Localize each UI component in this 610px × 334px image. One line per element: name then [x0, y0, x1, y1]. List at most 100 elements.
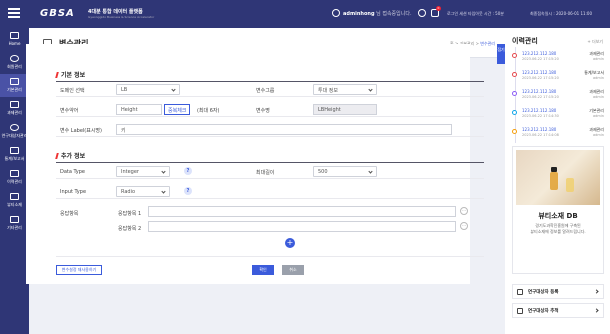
beauty-db-card[interactable]: 뷰티소재 DB 경기도과학진흥원에 구축된 뷰티소재에 정보를 알려드립니다. [512, 146, 604, 274]
data-type-label: Data Type [60, 169, 86, 175]
group-value: 투대 정보 [318, 88, 338, 94]
sidebar-item-label: 연구대상자관리 [1, 133, 28, 138]
form-row: Input Type Radio ? [56, 184, 484, 199]
history-user: admin [593, 76, 604, 80]
history-item[interactable]: 123.212.112.180 2023.06.22 17:15:20 과제관리 ad… [512, 88, 604, 101]
history-item[interactable]: 123.212.112.180 2023.06.22 17:15:20 과제관리 ad… [512, 50, 604, 63]
logo-english: Gyeonggido Business & Science Accelerato… [88, 15, 155, 19]
extra-section-title: 추가 정보 [55, 151, 86, 160]
sidebar-item-label: Home [8, 41, 21, 46]
sidebar-item-history[interactable]: 이력관리 [0, 166, 29, 189]
session-timeout: 로그인 세션 타임아웃 시간 : 50분 [447, 11, 504, 16]
link-label: 연구대상자 등록 [528, 290, 559, 295]
chevron-down-icon [161, 189, 166, 194]
basic-section-title: 기본 정보 [55, 70, 86, 79]
history-ip: 123.212.112.180 [522, 89, 557, 94]
code-input[interactable]: Height [116, 104, 162, 115]
subject-trace-link[interactable]: 연구대상자 추적 [512, 303, 604, 318]
sidebar-item-subjects[interactable]: 연구대상자관리 [0, 120, 29, 143]
user-name: adminhong [343, 11, 375, 17]
group-label: 변수그룹 [256, 88, 275, 94]
sidebar-item-home[interactable]: Home [0, 28, 29, 51]
extra-section-label: 추가 정보 [61, 153, 86, 160]
layers-icon [517, 308, 523, 314]
more-options-icon[interactable]: ··· [460, 207, 468, 215]
history-user: admin [593, 57, 604, 61]
history-more-link[interactable]: + 더보기 [587, 39, 603, 45]
subject-register-link[interactable]: 연구대상자 등록 [512, 284, 604, 299]
basic-section-label: 기본 정보 [61, 72, 86, 79]
text-input[interactable]: 키 [116, 124, 452, 135]
max-length-select[interactable]: 500 [313, 166, 377, 177]
history-user: admin [593, 133, 604, 137]
card-desc-line1: 경기도과학진흥원에 구축된 [535, 223, 581, 228]
more-options-icon[interactable]: ··· [460, 222, 468, 230]
etc-icon [10, 216, 19, 223]
group-select[interactable]: 투대 정보 [313, 84, 377, 95]
sidebar-item-label: 이력관리 [7, 179, 22, 184]
data-type-select[interactable]: Integer [116, 166, 170, 177]
history-ip: 123.212.112.180 [522, 51, 557, 56]
section-divider [56, 162, 484, 163]
history-item[interactable]: 123.212.112.180 2023.06.22 17:14:30 기본관리 ad… [512, 107, 604, 120]
domain-label: 도메인 선택 [60, 88, 85, 94]
answer-item-input-1[interactable] [148, 206, 456, 217]
sidebar-item-etc[interactable]: 기타관리 [0, 212, 29, 235]
panel-fold-tab[interactable]: 접기 [497, 44, 505, 64]
card-title: 뷰티소재 DB [538, 212, 578, 220]
reset-variable-button[interactable]: 변수설정 재사용하기 [56, 265, 102, 275]
card-desc-line2: 뷰티소재에 정보를 알려드립니다. [530, 229, 586, 234]
sidebar-item-tasks[interactable]: 과제관리 [0, 97, 29, 120]
history-icon [10, 170, 19, 177]
chevron-right-icon [594, 289, 599, 294]
sidebar-item-label: 회원관리 [7, 64, 22, 69]
answers-label: 응답항목 [60, 211, 79, 217]
sidebar-item-label: 통계/보고서 [4, 156, 25, 161]
breadcrumb-current: 변수관리 [480, 41, 495, 46]
last-access-time: 최종접속일시 : 2020-06-01 11:00 [530, 11, 593, 16]
bottle-shape [550, 172, 558, 190]
beauty-icon [10, 193, 19, 200]
card-description: 경기도과학진흥원에 구축된 뷰티소재에 정보를 알려드립니다. [513, 223, 603, 235]
sidebar-item-beauty[interactable]: 뷰티소재 [0, 189, 29, 212]
user-suffix: 님 접속중입니다. [376, 11, 412, 17]
history-date: 2023.06.22 17:14:08 [522, 133, 559, 137]
history-user: admin [593, 114, 604, 118]
domain-select[interactable]: LB [116, 84, 180, 95]
answer-item-label-1: 응답항목 1 [118, 211, 142, 217]
chevron-down-icon [171, 87, 176, 92]
bottle-cap [551, 167, 557, 172]
chevron-down-icon [368, 169, 373, 174]
edit-icon [517, 289, 523, 295]
sidebar-item-members[interactable]: 회원관리 [0, 51, 29, 74]
monitor-icon [10, 78, 19, 85]
people-icon [10, 124, 19, 131]
timeline-dot [512, 53, 517, 58]
confirm-button[interactable]: 확인 [252, 265, 274, 275]
help-icon[interactable]: ? [184, 187, 192, 195]
user-greeting: adminhong 님 접속중입니다. [343, 10, 412, 17]
answer-item-input-2[interactable] [148, 221, 456, 232]
cancel-button[interactable]: 취소 [282, 265, 304, 275]
gear-icon[interactable] [418, 9, 426, 17]
timeline-dot [512, 91, 517, 96]
sidebar-item-label: 기타관리 [7, 225, 22, 230]
history-item[interactable]: 123.212.112.180 2023.06.22 17:15:20 통계/보고서… [512, 69, 604, 82]
input-type-value: Radio [121, 189, 136, 195]
help-icon[interactable]: ? [184, 167, 192, 175]
logo[interactable]: GBSA [40, 8, 75, 19]
history-date: 2023.06.22 17:15:20 [522, 57, 559, 61]
form-row: 도메인 선택 LB 변수그룹 투대 정보 [56, 82, 484, 97]
logo-subtitle: 4대분 통합 데이터 플랫폼 [88, 9, 143, 15]
history-item[interactable]: 123.212.112.180 2023.06.22 17:14:08 과제관리 ad… [512, 126, 604, 139]
add-answer-button[interactable]: + [285, 238, 295, 248]
sidebar-item-label: 과제관리 [7, 110, 22, 115]
sidebar-item-basic[interactable]: 기본관리 [0, 74, 29, 97]
form-panel: 기본 정보 도메인 선택 LB 변수그룹 투대 정보 변수약어 Height 중… [26, 44, 484, 284]
input-type-select[interactable]: Radio [116, 186, 170, 197]
menu-icon[interactable] [8, 8, 20, 18]
form-row: 변수 Label(표시명) 키 [56, 122, 484, 137]
timeline-dot [512, 110, 517, 115]
duplicate-check-button[interactable]: 중복체크 [164, 104, 191, 115]
sidebar-item-stats[interactable]: 통계/보고서 [0, 143, 29, 166]
